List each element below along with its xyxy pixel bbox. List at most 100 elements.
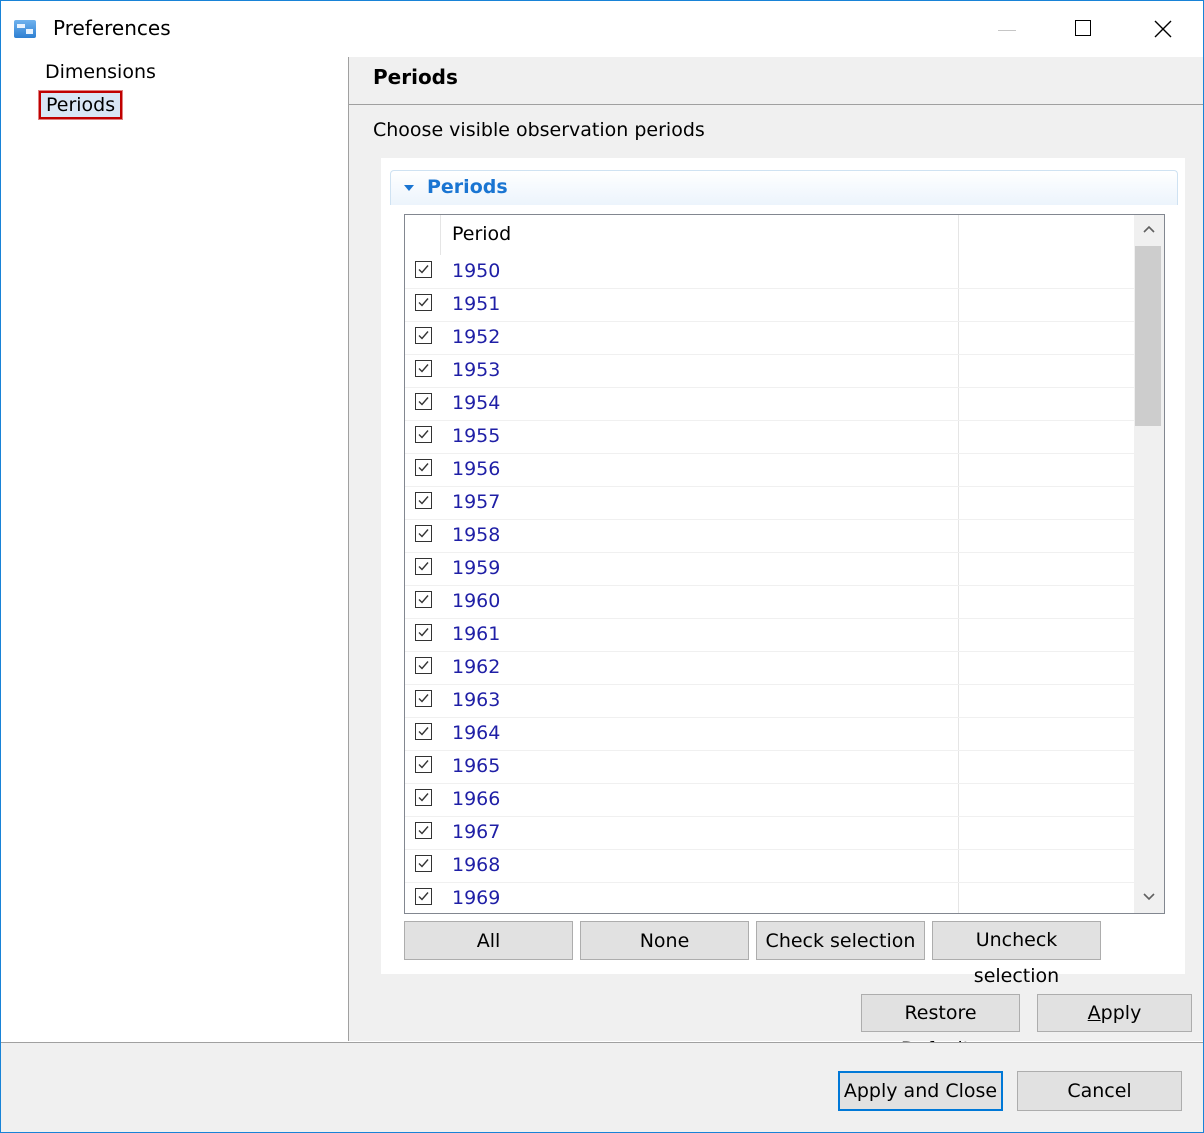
table-row[interactable]: 1951 [405, 289, 1135, 322]
table-row[interactable]: 1967 [405, 817, 1135, 850]
period-checkbox[interactable] [415, 261, 432, 278]
header-divider [349, 104, 1203, 105]
table-row[interactable]: 1962 [405, 652, 1135, 685]
page-title: Periods [373, 65, 458, 89]
period-label: 1955 [452, 425, 501, 447]
table-row[interactable]: 1961 [405, 619, 1135, 652]
scroll-down-button[interactable] [1134, 883, 1164, 913]
scrollbar-thumb[interactable] [1135, 246, 1161, 426]
table-row[interactable]: 1965 [405, 751, 1135, 784]
checkbox-checked-icon [418, 463, 429, 472]
page-description: Choose visible observation periods [373, 119, 705, 141]
period-checkbox[interactable] [415, 393, 432, 410]
table-row[interactable]: 1954 [405, 388, 1135, 421]
checkbox-checked-icon [418, 364, 429, 373]
check-selection-button[interactable]: Check selection [756, 921, 925, 960]
checkbox-checked-icon [418, 826, 429, 835]
apply-button[interactable]: Apply [1037, 994, 1192, 1032]
checkbox-checked-icon [418, 694, 429, 703]
period-checkbox[interactable] [415, 888, 432, 905]
window-title: Preferences [53, 16, 171, 40]
period-label: 1956 [452, 458, 501, 480]
table-row[interactable]: 1953 [405, 355, 1135, 388]
table-row[interactable]: 1966 [405, 784, 1135, 817]
table-row[interactable]: 1964 [405, 718, 1135, 751]
periods-section: Periods Period 1950 1951 1952 1953 1954 1955 1… [381, 158, 1185, 987]
apply-and-close-button[interactable]: Apply and Close [838, 1071, 1003, 1111]
apply-mnemonic: A [1087, 1002, 1101, 1024]
checkbox-checked-icon [418, 727, 429, 736]
period-label: 1961 [452, 623, 501, 645]
preference-page: Periods Choose visible observation perio… [349, 57, 1203, 1060]
table-row[interactable]: 1955 [405, 421, 1135, 454]
section-header[interactable]: Periods [390, 170, 1178, 205]
checkbox-checked-icon [418, 529, 429, 538]
close-icon [1154, 20, 1172, 38]
period-checkbox[interactable] [415, 822, 432, 839]
period-checkbox[interactable] [415, 459, 432, 476]
collapse-arrow-icon[interactable] [404, 185, 414, 191]
period-label: 1968 [452, 854, 501, 876]
table-row[interactable]: 1950 [405, 256, 1135, 289]
period-label: 1950 [452, 260, 501, 282]
period-checkbox[interactable] [415, 327, 432, 344]
checkbox-checked-icon [418, 892, 429, 901]
period-label: 1959 [452, 557, 501, 579]
section-title[interactable]: Periods [427, 176, 508, 198]
period-label: 1967 [452, 821, 501, 843]
uncheck-selection-button[interactable]: Uncheck selection [932, 921, 1101, 987]
period-checkbox[interactable] [415, 294, 432, 311]
checkbox-checked-icon [418, 760, 429, 769]
period-checkbox[interactable] [415, 690, 432, 707]
period-label: 1963 [452, 689, 501, 711]
period-checkbox[interactable] [415, 624, 432, 641]
period-checkbox[interactable] [415, 855, 432, 872]
period-checkbox[interactable] [415, 657, 432, 674]
period-checkbox[interactable] [415, 789, 432, 806]
checkbox-checked-icon [418, 430, 429, 439]
select-all-button[interactable]: All [404, 921, 573, 960]
table-row[interactable]: 1956 [405, 454, 1135, 487]
table-row[interactable]: 1959 [405, 553, 1135, 586]
scroll-up-button[interactable] [1134, 215, 1164, 245]
table-rows: 1950 1951 1952 1953 1954 1955 1956 1957 1958 1959… [405, 256, 1135, 913]
minimize-button[interactable] [976, 1, 1036, 57]
table-row[interactable]: 1960 [405, 586, 1135, 619]
preferences-tree: Dimensions Periods [1, 57, 349, 1041]
period-label: 1964 [452, 722, 501, 744]
vertical-scrollbar[interactable] [1134, 215, 1164, 913]
period-checkbox[interactable] [415, 723, 432, 740]
table-row[interactable]: 1957 [405, 487, 1135, 520]
table-row[interactable]: 1958 [405, 520, 1135, 553]
period-label: 1960 [452, 590, 501, 612]
period-checkbox[interactable] [415, 558, 432, 575]
period-checkbox[interactable] [415, 492, 432, 509]
scroll-up-icon [1143, 225, 1155, 233]
period-checkbox[interactable] [415, 525, 432, 542]
period-checkbox[interactable] [415, 426, 432, 443]
tree-item-periods[interactable]: Periods [39, 91, 123, 119]
close-button[interactable] [1133, 1, 1193, 57]
checkbox-checked-icon [418, 859, 429, 868]
scroll-down-icon [1143, 893, 1155, 901]
checkbox-checked-icon [418, 562, 429, 571]
restore-defaults-label: Restore [904, 1002, 977, 1024]
checkbox-checked-icon [418, 793, 429, 802]
table-row[interactable]: 1969 [405, 883, 1135, 913]
checkbox-checked-icon [418, 661, 429, 670]
restore-defaults-button[interactable]: Restore Defaults [861, 994, 1020, 1060]
period-checkbox[interactable] [415, 756, 432, 773]
maximize-button[interactable] [1053, 1, 1113, 57]
period-column-header[interactable]: Period [452, 223, 511, 245]
table-row[interactable]: 1952 [405, 322, 1135, 355]
checkbox-checked-icon [418, 331, 429, 340]
period-checkbox[interactable] [415, 591, 432, 608]
period-checkbox[interactable] [415, 360, 432, 377]
table-row[interactable]: 1963 [405, 685, 1135, 718]
table-row[interactable]: 1968 [405, 850, 1135, 883]
select-none-button[interactable]: None [580, 921, 749, 960]
checkbox-checked-icon [418, 265, 429, 274]
period-label: 1966 [452, 788, 501, 810]
cancel-button[interactable]: Cancel [1017, 1071, 1182, 1111]
tree-item-dimensions[interactable]: Dimensions [45, 60, 156, 84]
